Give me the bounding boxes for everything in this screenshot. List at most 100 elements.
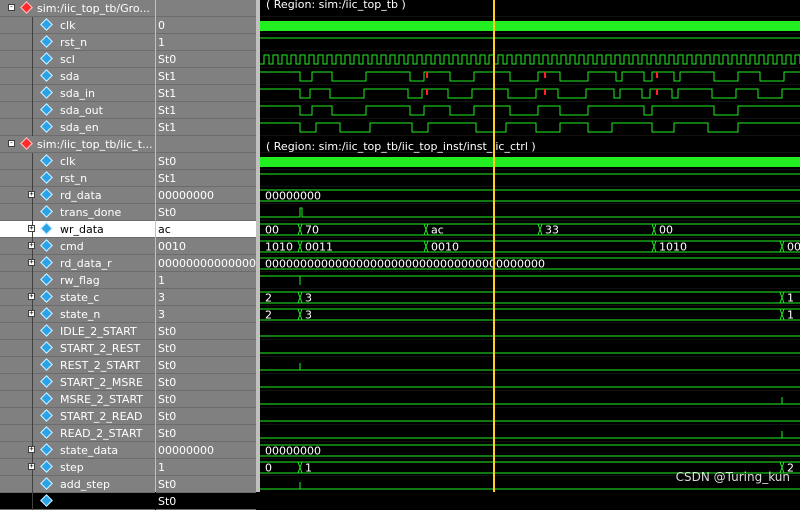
signal-row-grp1[interactable]: - sim:/iic_top_tb/Gro... <box>0 0 155 17</box>
expand-plus-icon[interactable]: + <box>28 310 35 317</box>
signal-row-clk1[interactable]: clk <box>0 17 155 34</box>
signal-value: 0 <box>158 19 165 32</box>
signal-row-rd_data[interactable]: + rd_data <box>0 187 155 204</box>
signal-value: St1 <box>158 172 177 185</box>
tree-line <box>32 374 33 391</box>
signal-value: St0 <box>158 206 177 219</box>
signal-value: St0 <box>158 359 177 372</box>
value-row-clk1: 0 <box>156 17 256 34</box>
signal-row-state_c[interactable]: + state_c <box>0 289 155 306</box>
signal-row-start2rest[interactable]: START_2_REST <box>0 340 155 357</box>
signal-name: rst_n <box>60 36 88 49</box>
value-row-rstn1: 1 <box>156 34 256 51</box>
signal-row-cmd[interactable]: + cmd <box>0 238 155 255</box>
signal-name: step <box>60 461 84 474</box>
signal-row-step[interactable]: + step <box>0 459 155 476</box>
digital-wave <box>260 71 800 82</box>
bus-transition <box>651 223 657 236</box>
value-row-idle2start: St0 <box>156 323 256 340</box>
bus-value-label: 00 <box>659 224 673 237</box>
bus-transition <box>779 240 785 253</box>
highlight-marker <box>426 89 428 95</box>
signal-row-clk2[interactable]: clk <box>0 153 155 170</box>
value-row-wr_data: ac <box>156 221 256 238</box>
signal-row-more[interactable] <box>0 493 155 510</box>
expand-plus-icon[interactable]: + <box>28 242 35 249</box>
pane-splitter-names[interactable] <box>155 0 156 492</box>
bus-transition <box>297 461 303 474</box>
signal-row-rest2start[interactable]: REST_2_START <box>0 357 155 374</box>
signal-value: St1 <box>158 104 177 117</box>
signal-row-wr_data[interactable]: + wr_data <box>0 221 155 238</box>
value-row-grp2 <box>156 136 256 153</box>
expand-plus-icon[interactable]: + <box>28 293 35 300</box>
signal-row-sda_out[interactable]: sda_out <box>0 102 155 119</box>
signal-name: state_c <box>60 291 100 304</box>
tree-line <box>32 493 33 510</box>
expand-plus-icon[interactable]: + <box>28 191 35 198</box>
signal-row-sda[interactable]: sda <box>0 68 155 85</box>
signal-diamond-icon <box>40 69 53 82</box>
tree-line <box>32 85 33 102</box>
tree-line <box>32 204 33 221</box>
waveform-canvas[interactable]: ( Region: sim:/iic_top_tb ) ( Region: sim… <box>260 0 800 492</box>
expand-plus-icon[interactable]: + <box>28 446 35 453</box>
signal-name: READ_2_START <box>60 427 143 440</box>
tree-line <box>32 323 33 340</box>
expand-plus-icon[interactable]: + <box>28 259 35 266</box>
bus-value-label: 2 <box>265 292 272 305</box>
bus-value-label: 00 <box>265 224 279 237</box>
signal-name: sda_in <box>60 87 95 100</box>
expand-plus-icon[interactable]: + <box>28 463 35 470</box>
signal-row-sda_en[interactable]: sda_en <box>0 119 155 136</box>
signal-diamond-icon <box>40 409 53 422</box>
signal-value: St0 <box>158 427 177 440</box>
signal-row-scl[interactable]: scl <box>0 51 155 68</box>
collapse-minus-icon[interactable]: - <box>8 4 15 11</box>
signal-name: rd_data_r <box>60 257 112 270</box>
value-row-rd_data: 00000000 <box>156 187 256 204</box>
expand-plus-icon[interactable]: + <box>28 225 35 232</box>
signal-row-start2msre[interactable]: START_2_MSRE <box>0 374 155 391</box>
tree-line <box>32 51 33 68</box>
signal-row-start2read[interactable]: START_2_READ <box>0 408 155 425</box>
signal-row-trans_done[interactable]: trans_done <box>0 204 155 221</box>
digital-wave <box>260 122 800 133</box>
signal-diamond-icon <box>40 205 53 218</box>
tree-line <box>32 357 33 374</box>
collapse-minus-icon[interactable]: - <box>8 140 15 147</box>
bus-wave <box>260 444 800 457</box>
signal-value: 0010 <box>158 240 186 253</box>
signal-row-read2start[interactable]: READ_2_START <box>0 425 155 442</box>
signal-row-add_step[interactable]: add_step <box>0 476 155 493</box>
signal-row-msre2start[interactable]: MSRE_2_START <box>0 391 155 408</box>
bus-value-label: 0 <box>265 462 272 475</box>
value-row-start2read: St0 <box>156 408 256 425</box>
signal-row-state_data[interactable]: + state_data <box>0 442 155 459</box>
signal-row-rd_data_r[interactable]: + rd_data_r <box>0 255 155 272</box>
value-row-sda: St1 <box>156 68 256 85</box>
bus-value-label: 1010 <box>659 241 687 254</box>
bus-signal-icon <box>40 460 53 473</box>
signal-row-sda_in[interactable]: sda_in <box>0 85 155 102</box>
signal-row-rstn1[interactable]: rst_n <box>0 34 155 51</box>
value-row-read2start: St0 <box>156 425 256 442</box>
signal-row-rstn2[interactable]: rst_n <box>0 170 155 187</box>
signal-diamond-icon <box>40 477 53 490</box>
clock-dense-bar <box>260 157 800 167</box>
bus-value-label: 70 <box>305 224 319 237</box>
tree-line <box>32 17 33 34</box>
digital-wave <box>260 105 800 116</box>
bus-transition <box>651 240 657 253</box>
value-row-rstn2: St1 <box>156 170 256 187</box>
bus-value-label: 1010 <box>265 241 293 254</box>
value-row-step: 1 <box>156 459 256 476</box>
signal-row-state_n[interactable]: + state_n <box>0 306 155 323</box>
signal-name: IDLE_2_START <box>60 325 137 338</box>
signal-name: rw_flag <box>60 274 100 287</box>
signal-row-grp2[interactable]: - sim:/iic_top_tb/iic_t... <box>0 136 155 153</box>
signal-name: rd_data <box>60 189 102 202</box>
signal-row-idle2start[interactable]: IDLE_2_START <box>0 323 155 340</box>
signal-row-rw_flag[interactable]: rw_flag <box>0 272 155 289</box>
signal-diamond-icon <box>40 18 53 31</box>
